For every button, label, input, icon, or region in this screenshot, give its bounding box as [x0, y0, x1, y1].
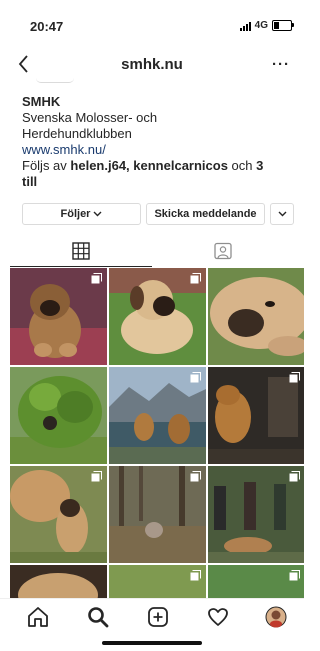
multiple-posts-icon [190, 273, 201, 284]
status-time: 20:47 [30, 19, 64, 34]
page-title: smhk.nu [121, 56, 183, 73]
posts-grid [10, 268, 304, 598]
signal-icon [239, 21, 251, 31]
status-bar: 20:47 4G [0, 0, 304, 40]
bio-line-2: Herdehundklubben [22, 126, 132, 141]
post-thumbnail[interactable] [10, 268, 107, 365]
post-thumbnail[interactable] [109, 466, 206, 563]
profile-tabs [10, 235, 294, 267]
followed-user-2[interactable]: kennelcarnicos [133, 158, 228, 173]
message-button[interactable]: Skicka meddelande [146, 203, 265, 225]
chevron-down-icon [278, 211, 286, 217]
post-thumbnail[interactable] [208, 367, 304, 464]
avatar-edge [36, 78, 74, 83]
followed-line-2: till [22, 174, 38, 189]
post-thumbnail[interactable] [109, 268, 206, 365]
home-icon[interactable] [26, 605, 50, 629]
multiple-posts-icon [190, 570, 201, 581]
bio-line-1: Svenska Molosser- och [22, 110, 158, 125]
post-thumbnail[interactable] [208, 466, 304, 563]
followed-count: 3 [256, 158, 264, 173]
profile-actions: Följer Skicka meddelande [22, 203, 294, 225]
multiple-posts-icon [289, 570, 300, 581]
tagged-icon [214, 242, 232, 259]
chevron-down-icon [93, 211, 102, 217]
multiple-posts-icon [190, 471, 201, 482]
profile-icon[interactable] [264, 605, 288, 629]
battery-icon [272, 20, 294, 31]
post-thumbnail[interactable] [208, 268, 304, 365]
bottom-tab-bar [0, 598, 304, 651]
post-thumbnail[interactable] [10, 367, 107, 464]
profile-bio: SMHK Svenska Molosser- och Herdehundklub… [22, 94, 292, 190]
post-thumbnail[interactable] [208, 565, 304, 598]
add-icon[interactable] [146, 605, 170, 629]
search-icon[interactable] [86, 605, 110, 629]
grid-icon [72, 241, 90, 260]
network-label: 4G [254, 20, 268, 31]
multiple-posts-icon [91, 273, 102, 284]
multiple-posts-icon [289, 471, 300, 482]
tab-active-indicator [10, 266, 152, 267]
post-thumbnail[interactable] [10, 565, 107, 598]
tab-grid[interactable] [10, 235, 152, 266]
heart-icon[interactable] [206, 605, 230, 629]
profile-name: SMHK [22, 94, 61, 109]
post-thumbnail[interactable] [10, 466, 107, 563]
followed-by[interactable]: Följs av helen.j64, kennelcarnicos och 3 [22, 158, 292, 174]
more-icon[interactable]: ··· [272, 56, 290, 73]
multiple-posts-icon [190, 372, 201, 383]
post-thumbnail[interactable] [109, 367, 206, 464]
tab-tagged[interactable] [152, 235, 294, 266]
multiple-posts-icon [91, 471, 102, 482]
status-indicators: 4G [239, 20, 294, 31]
suggestions-button[interactable] [270, 203, 294, 225]
home-indicator [102, 641, 202, 645]
website-link[interactable]: www.smhk.nu/ [22, 142, 292, 158]
post-thumbnail[interactable] [109, 565, 206, 598]
multiple-posts-icon [289, 372, 300, 383]
nav-bar: smhk.nu ··· [0, 50, 304, 78]
following-button[interactable]: Följer [22, 203, 141, 225]
followed-user-1[interactable]: helen.j64 [70, 158, 126, 173]
